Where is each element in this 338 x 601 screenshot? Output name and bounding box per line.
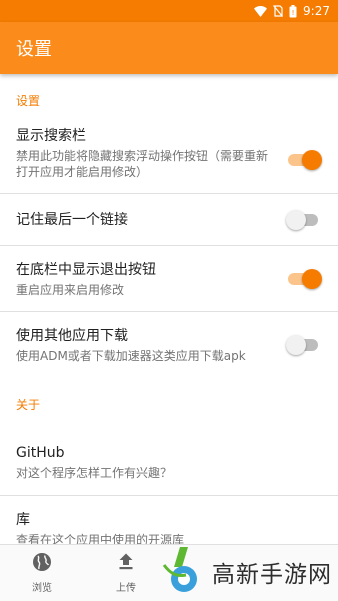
nav-label: 上传 bbox=[116, 583, 136, 594]
pref-title: 在底栏中显示退出按钮 bbox=[16, 261, 156, 278]
show-search-bar-toggle[interactable] bbox=[286, 150, 322, 170]
pref-show-search-bar[interactable]: 显示搜索栏 禁用此功能将隐藏搜索浮动操作按钮（需要重新打开应用才能启用修改） bbox=[0, 124, 338, 194]
pref-summary: 重启应用来启用修改 bbox=[16, 282, 125, 297]
pref-title: 显示搜索栏 bbox=[16, 128, 86, 144]
no-sim-icon bbox=[273, 5, 284, 17]
nav-label: 浏览 bbox=[32, 583, 52, 594]
svg-text:!: ! bbox=[292, 9, 295, 17]
pref-title: 使用其他应用下载 bbox=[16, 328, 128, 344]
show-exit-button-toggle[interactable] bbox=[286, 268, 322, 289]
about-item-summary: 对这个程序怎样工作有兴趣？ bbox=[16, 465, 173, 480]
globe-icon bbox=[32, 552, 52, 576]
pref-summary: 禁用此功能将隐藏搜索浮动操作按钮（需要重新打开应用才能启用修改） bbox=[16, 149, 269, 179]
clock: 9:27 bbox=[303, 4, 330, 18]
about-item-libraries[interactable]: 库 查看在这个应用中使用的开源库 bbox=[0, 496, 338, 544]
toggle-thumb bbox=[302, 150, 322, 170]
pref-title: 记住最后一个链接 bbox=[16, 211, 128, 228]
pref-show-exit-button[interactable]: 在底栏中显示退出按钮 重启应用来启用修改 bbox=[0, 246, 338, 312]
pref-use-other-app-download[interactable]: 使用其他应用下载 使用ADM或者下载加速器这类应用下载apk bbox=[0, 312, 338, 378]
nav-item-upload[interactable]: 上传 bbox=[84, 545, 168, 601]
pref-remember-last-link[interactable]: 记住最后一个链接 bbox=[0, 194, 338, 246]
status-bar: ! 9:27 bbox=[0, 0, 338, 22]
use-other-app-download-toggle[interactable] bbox=[286, 335, 322, 355]
toggle-thumb bbox=[302, 268, 322, 289]
upload-icon bbox=[116, 552, 136, 576]
page-title: 设置 bbox=[16, 39, 52, 60]
about-item-title: 库 bbox=[16, 512, 30, 528]
toggle-thumb bbox=[286, 335, 306, 355]
nav-item-browse[interactable]: 浏览 bbox=[0, 545, 84, 601]
watermark-text: 高新手游网 bbox=[212, 562, 332, 588]
section-header-about: 关于 bbox=[16, 398, 41, 412]
watermark: 高新手游网 bbox=[160, 544, 338, 600]
battery-icon: ! bbox=[289, 4, 297, 18]
section-header-settings: 设置 bbox=[16, 94, 41, 108]
about-item-title: GitHub bbox=[16, 444, 65, 461]
about-item-github[interactable]: GitHub 对这个程序怎样工作有兴趣？ bbox=[0, 428, 338, 496]
settings-list[interactable]: 设置 显示搜索栏 禁用此功能将隐藏搜索浮动操作按钮（需要重新打开应用才能启用修改… bbox=[0, 74, 338, 544]
remember-last-link-toggle[interactable] bbox=[286, 209, 322, 230]
app-bar: 设置 bbox=[0, 22, 338, 74]
logo-icon bbox=[160, 543, 206, 601]
wifi-icon bbox=[254, 5, 268, 17]
toggle-thumb bbox=[286, 209, 306, 230]
pref-summary: 使用ADM或者下载加速器这类应用下载apk bbox=[16, 349, 246, 363]
